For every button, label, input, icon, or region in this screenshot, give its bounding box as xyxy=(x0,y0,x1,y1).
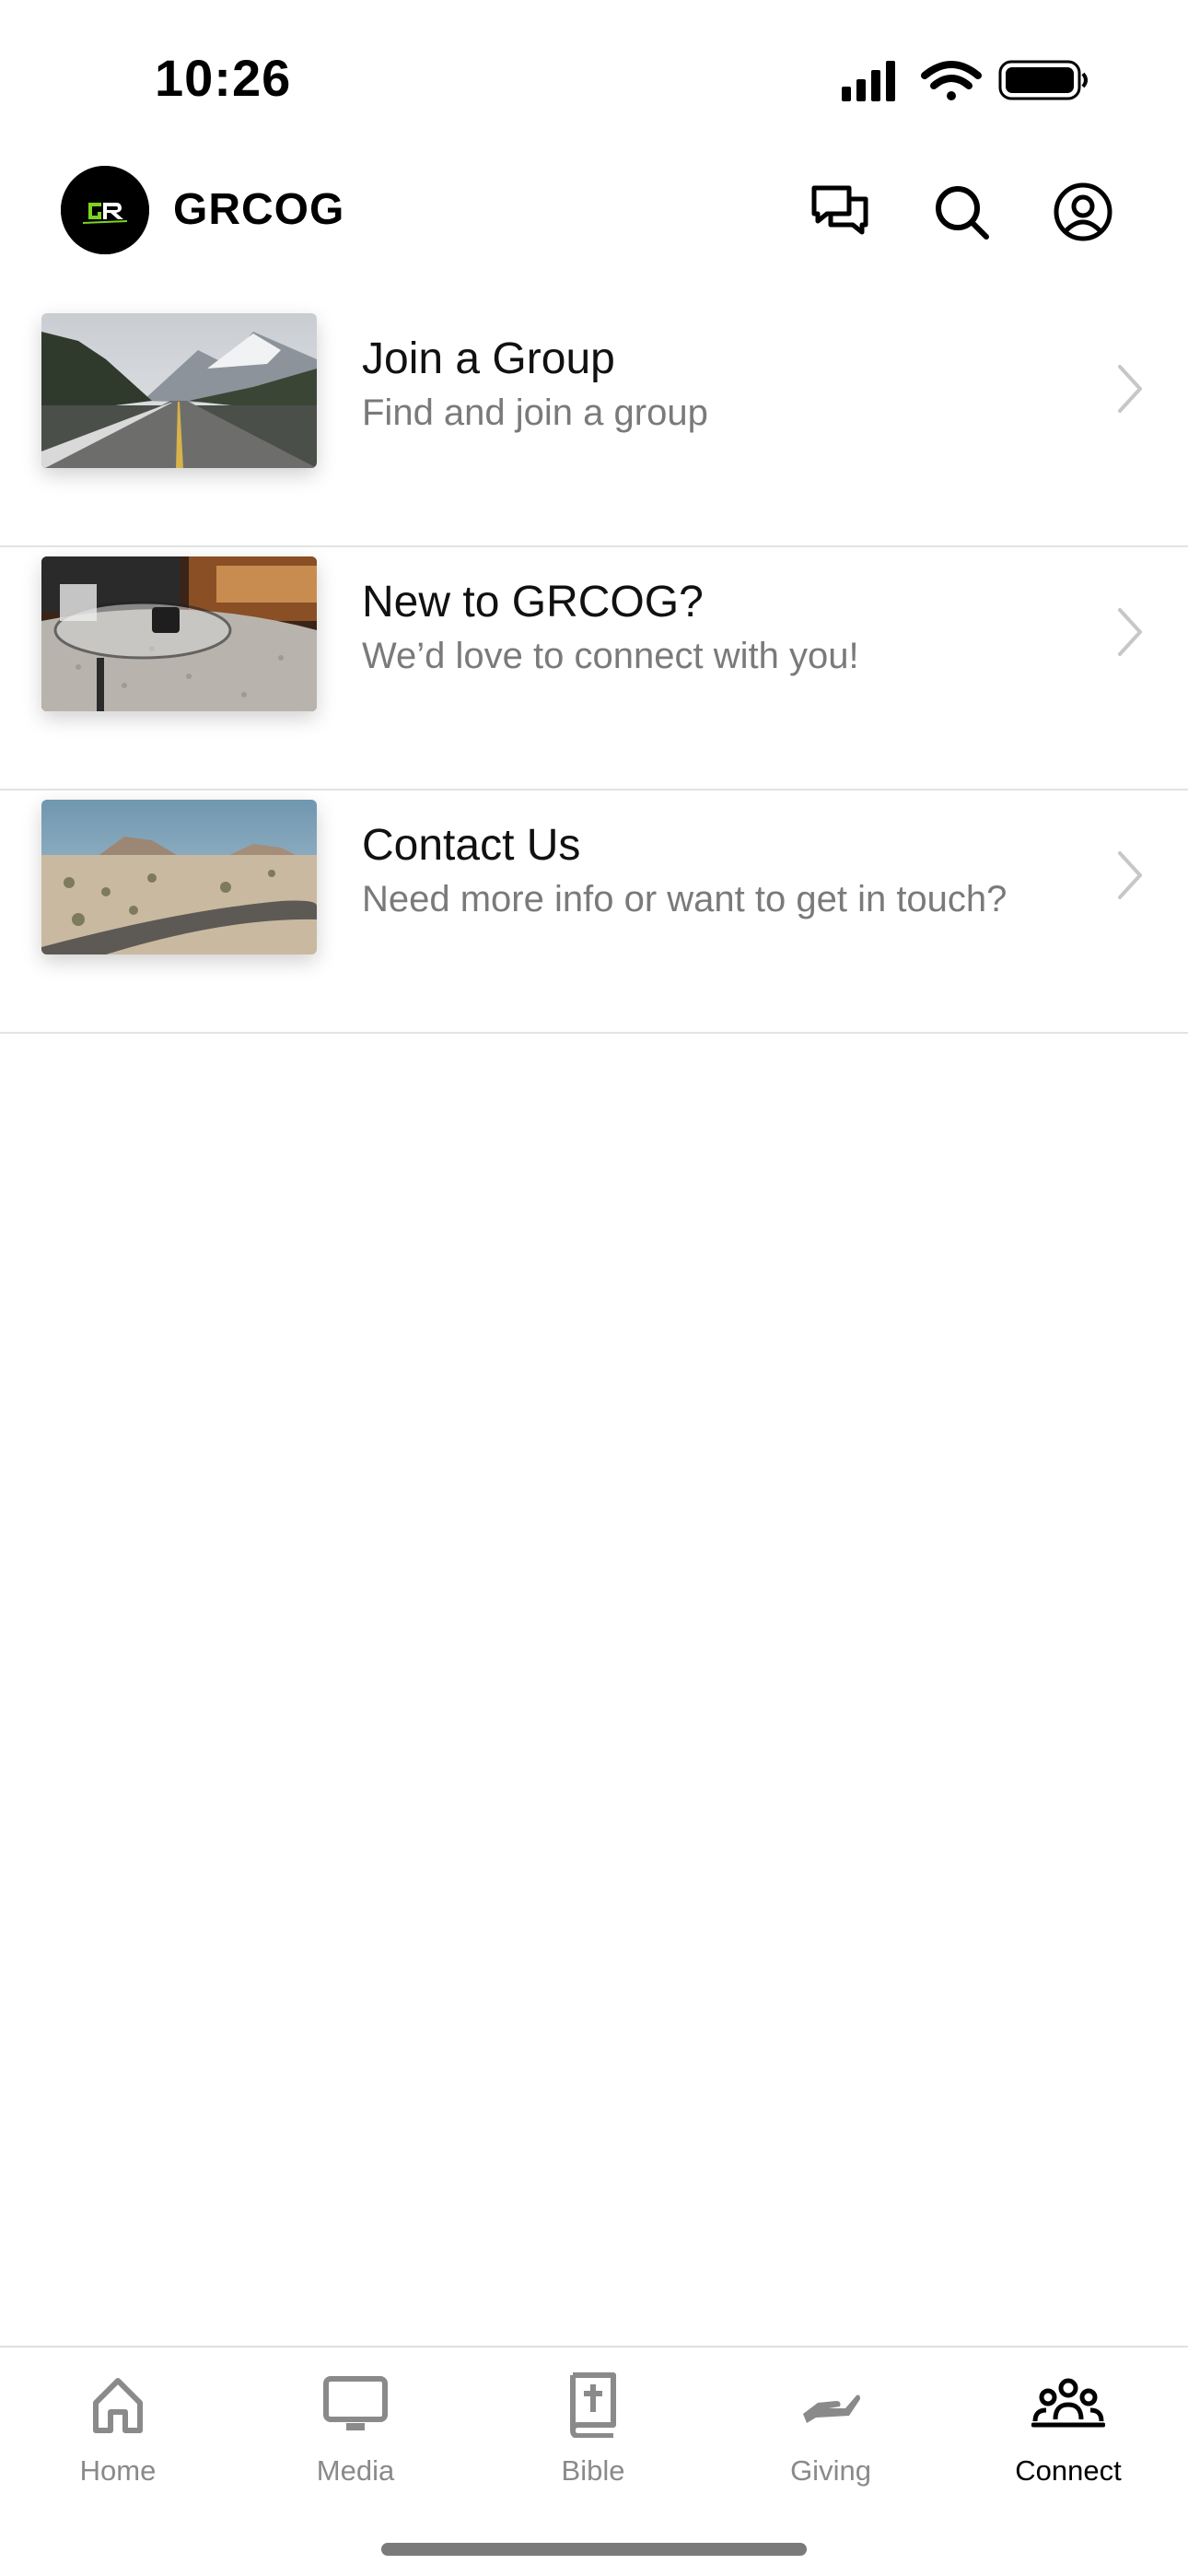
join-group-thumbnail xyxy=(41,313,317,468)
connect-list: Join a Group Find and join a group New t… xyxy=(0,304,1188,1034)
cellular-signal-icon xyxy=(842,61,895,101)
tab-connect[interactable]: Connect xyxy=(976,2371,1160,2510)
status-bar: 10:26 xyxy=(0,0,1188,157)
bible-icon xyxy=(570,2372,616,2438)
church-logo[interactable] xyxy=(61,166,149,254)
wifi-icon xyxy=(921,61,982,100)
app-header: GRCOG xyxy=(0,157,1188,304)
tab-label: Bible xyxy=(561,2454,625,2487)
tab-home[interactable]: Home xyxy=(26,2371,210,2510)
search-icon xyxy=(936,186,989,240)
new-to-grcog-thumbnail xyxy=(41,556,317,711)
home-indicator[interactable] xyxy=(381,2543,807,2556)
status-icons xyxy=(840,57,1089,103)
home-icon xyxy=(93,2378,143,2433)
logo-mark-icon xyxy=(61,166,149,254)
tab-bar: Home Media Bible Giving Connect xyxy=(0,2346,1188,2576)
list-item-new-to-grcog[interactable]: New to GRCOG? We’d love to connect with … xyxy=(0,547,1188,790)
messages-icon xyxy=(811,185,868,235)
desert-road-image xyxy=(41,800,317,954)
list-item-subtitle: Find and join a group xyxy=(362,392,708,433)
living-room-image xyxy=(41,556,317,711)
list-item-title: New to GRCOG? xyxy=(362,578,704,626)
list-item-contact-us[interactable]: Contact Us Need more info or want to get… xyxy=(0,790,1188,1034)
chevron-right-icon xyxy=(1118,608,1142,656)
account-button[interactable] xyxy=(1050,179,1116,245)
list-item-join-group[interactable]: Join a Group Find and join a group xyxy=(0,304,1188,547)
giving-hand-icon xyxy=(803,2395,860,2423)
chevron-right-icon xyxy=(1118,851,1142,899)
tab-label: Giving xyxy=(790,2454,871,2487)
people-icon xyxy=(1031,2378,1105,2428)
list-item-title: Contact Us xyxy=(362,821,581,870)
account-icon xyxy=(1054,182,1112,241)
tab-label: Connect xyxy=(1015,2454,1122,2487)
app-title: GRCOG xyxy=(173,185,345,234)
tab-bible[interactable]: Bible xyxy=(501,2371,685,2510)
mountain-road-image xyxy=(41,313,317,468)
tab-label: Home xyxy=(79,2454,157,2487)
tab-media[interactable]: Media xyxy=(263,2371,448,2510)
contact-us-thumbnail xyxy=(41,800,317,954)
tab-giving[interactable]: Giving xyxy=(739,2371,923,2510)
chevron-right-icon xyxy=(1118,365,1142,413)
tv-icon xyxy=(323,2376,388,2430)
search-button[interactable] xyxy=(928,179,995,245)
list-item-subtitle: Need more info or want to get in touch? xyxy=(362,879,1007,919)
messages-button[interactable] xyxy=(807,179,873,245)
tab-label: Media xyxy=(316,2454,395,2487)
status-time: 10:26 xyxy=(155,49,292,107)
battery-icon xyxy=(998,60,1088,100)
list-item-title: Join a Group xyxy=(362,334,615,383)
list-item-subtitle: We’d love to connect with you! xyxy=(362,636,859,676)
